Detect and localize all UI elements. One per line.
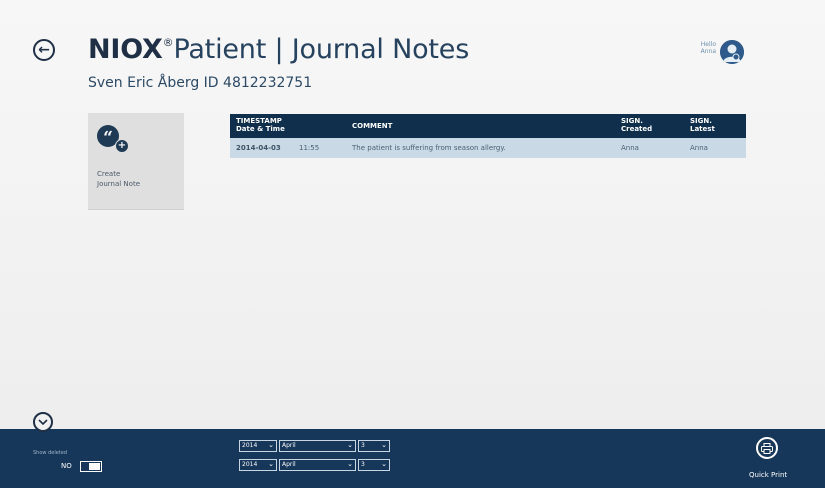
user-greeting: Hello Anna <box>694 41 716 55</box>
toggle-state-label: NO <box>61 462 72 470</box>
cell-sign-latest: Anna <box>690 144 708 152</box>
create-journal-note-tile[interactable]: “ + Create Journal Note <box>88 113 184 209</box>
from-year-select[interactable]: 2014 ⌄ <box>239 440 277 452</box>
cell-sign-created: Anna <box>621 144 639 152</box>
table-header: TIMESTAMP Date & Time COMMENT SIGN. Crea… <box>230 114 746 138</box>
from-day-value: 3 <box>361 442 365 449</box>
chevron-down-icon: ⌄ <box>381 460 387 468</box>
to-day-select[interactable]: 3 ⌄ <box>358 459 390 471</box>
page-title: NIOX®Patient | Journal Notes <box>88 34 469 65</box>
bottom-app-bar <box>0 429 825 488</box>
chevron-down-icon[interactable] <box>33 412 53 432</box>
cell-time: 11:55 <box>299 144 320 152</box>
to-year-select[interactable]: 2014 ⌄ <box>239 459 277 471</box>
column-header-timestamp[interactable]: TIMESTAMP Date & Time <box>236 117 285 133</box>
from-month-select[interactable]: April ⌄ <box>279 440 356 452</box>
title-text: Patient | Journal Notes <box>173 34 470 65</box>
from-day-select[interactable]: 3 ⌄ <box>358 440 390 452</box>
cell-comment: The patient is suffering from season all… <box>352 144 506 152</box>
journal-notes-screen: ← NIOX®Patient | Journal Notes Sven Eric… <box>0 0 825 488</box>
journal-table: TIMESTAMP Date & Time COMMENT SIGN. Crea… <box>230 114 746 158</box>
greeting-text: Hello <box>700 41 716 48</box>
chevron-down-icon: ⌄ <box>347 460 353 468</box>
chevron-down-icon: ⌄ <box>268 441 274 449</box>
to-month-value: April <box>282 461 296 468</box>
show-deleted-toggle[interactable] <box>80 461 102 472</box>
chevron-down-icon: ⌄ <box>381 441 387 449</box>
to-year-value: 2014 <box>242 461 258 468</box>
user-avatar-icon[interactable] <box>720 40 744 64</box>
patient-info: Sven Eric Åberg ID 4812232751 <box>88 75 313 91</box>
cell-date: 2014-04-03 <box>236 144 281 152</box>
from-year-value: 2014 <box>242 442 258 449</box>
tile-label: Create Journal Note <box>97 170 141 188</box>
registered-mark: ® <box>162 36 174 49</box>
column-header-sign-latest[interactable]: SIGN. Latest <box>690 117 715 133</box>
plus-icon: + <box>115 139 129 153</box>
brand-name: NIOX <box>88 34 163 65</box>
back-arrow-icon[interactable]: ← <box>33 39 55 61</box>
quick-print-label[interactable]: Quick Print <box>749 471 787 479</box>
show-deleted-label: Show deleted <box>33 450 68 456</box>
from-month-value: April <box>282 442 296 449</box>
column-header-comment[interactable]: COMMENT <box>352 122 392 130</box>
column-header-sign-created[interactable]: SIGN. Created <box>621 117 652 133</box>
to-day-value: 3 <box>361 461 365 468</box>
to-month-select[interactable]: April ⌄ <box>279 459 356 471</box>
user-name: Anna <box>700 48 716 55</box>
chevron-down-icon: ⌄ <box>268 460 274 468</box>
table-row[interactable]: 2014-04-03 11:55 The patient is sufferin… <box>230 138 746 158</box>
chevron-down-icon: ⌄ <box>347 441 353 449</box>
printer-icon[interactable] <box>756 437 778 459</box>
